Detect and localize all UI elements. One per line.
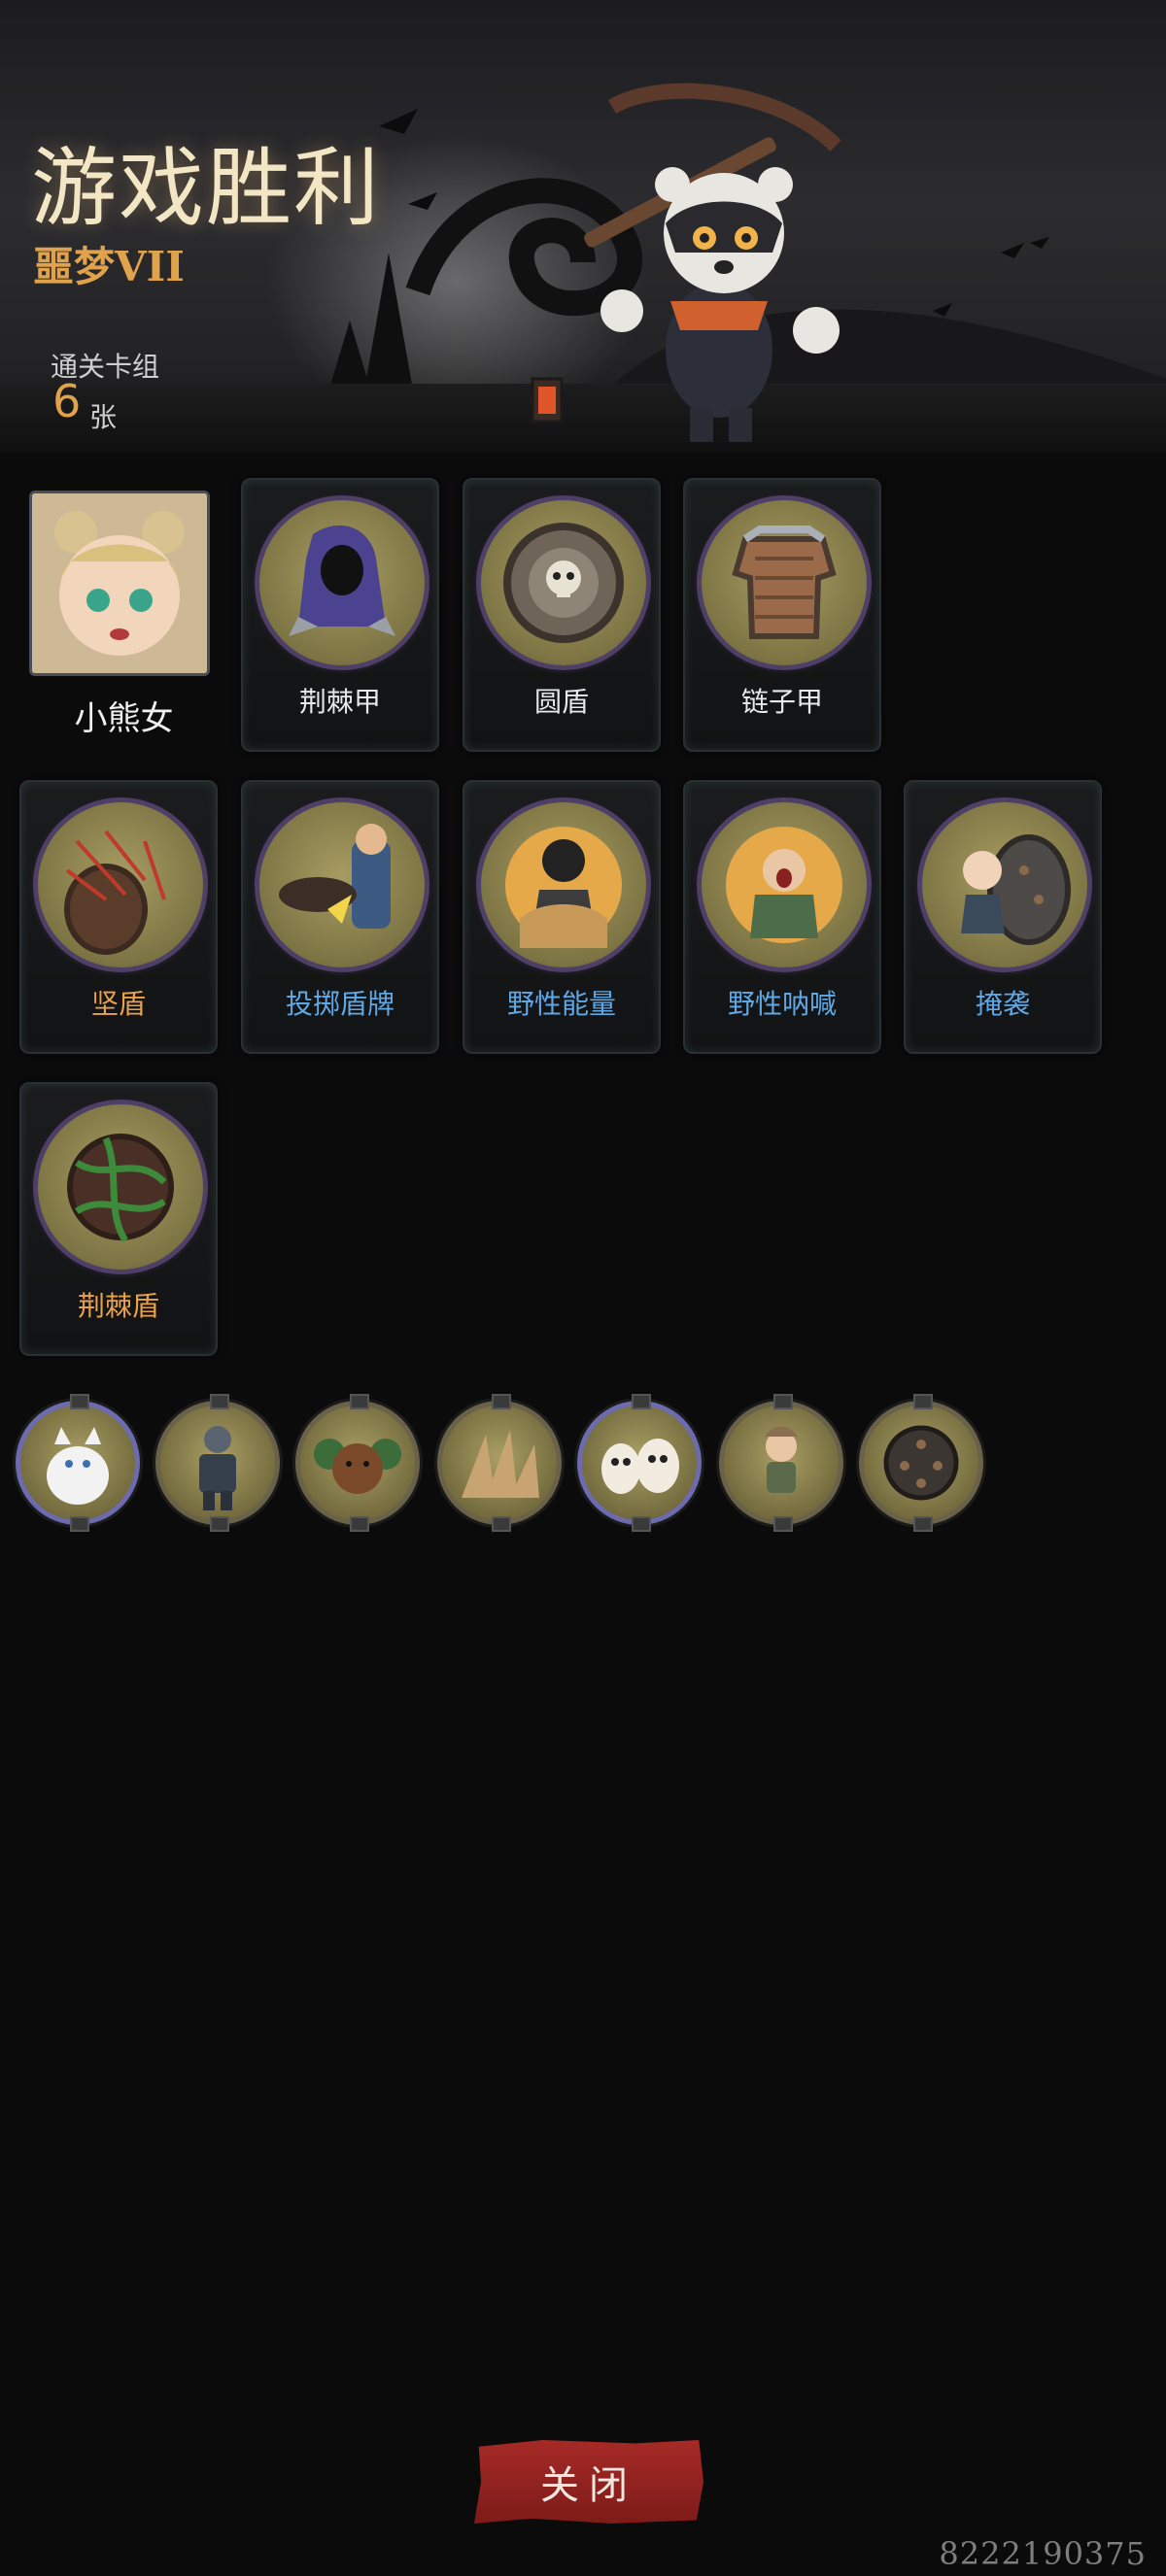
white-cat-relic-icon xyxy=(47,1427,109,1505)
relic-girl[interactable] xyxy=(719,1394,843,1532)
relic-bear[interactable] xyxy=(295,1394,420,1532)
difficulty-label: 噩梦VII xyxy=(33,243,185,290)
bear-girl-portrait-icon xyxy=(32,493,207,673)
page-title: 游戏胜利 xyxy=(31,138,382,238)
card-art xyxy=(697,495,872,670)
ambush-icon xyxy=(961,834,1071,945)
watermark-id: 8222190375 xyxy=(939,2535,1147,2572)
card-ambush[interactable]: 掩袭 xyxy=(904,780,1102,1054)
bear-relic-icon xyxy=(314,1439,401,1494)
card-name: 荆棘甲 xyxy=(298,686,381,718)
wild-shout-icon xyxy=(726,827,842,943)
card-art xyxy=(255,495,429,670)
victory-banner: 游戏胜利 噩梦VII 通关卡组 6 张 xyxy=(0,0,1166,452)
card-name: 圆盾 xyxy=(533,686,589,718)
hero-name: 小熊女 xyxy=(74,699,174,738)
relic-white-cat[interactable] xyxy=(16,1394,140,1532)
hero-portrait[interactable] xyxy=(29,491,210,676)
wild-energy-icon xyxy=(505,827,622,948)
spiked-shield-relic-icon xyxy=(883,1425,959,1501)
relic-spikes[interactable] xyxy=(437,1394,562,1532)
raccoon-mascot-illustration xyxy=(531,83,841,442)
card-art xyxy=(697,797,872,972)
girl-relic-icon xyxy=(765,1426,798,1493)
owls-relic-icon xyxy=(601,1439,679,1494)
card-chainmail[interactable]: 链子甲 xyxy=(683,478,881,752)
deck-count: 6 xyxy=(52,375,82,427)
card-art xyxy=(255,797,429,972)
close-button[interactable]: 关闭 xyxy=(474,2440,703,2524)
deck-count-unit: 张 xyxy=(89,401,118,433)
skull-shield-icon xyxy=(503,523,624,643)
card-art xyxy=(476,495,651,670)
card-art xyxy=(33,1100,208,1274)
card-thorn-shield[interactable]: 荆棘盾 xyxy=(19,1082,218,1356)
card-art xyxy=(476,797,651,972)
card-art xyxy=(33,797,208,972)
card-sturdy-shield[interactable]: 坚盾 xyxy=(19,780,218,1054)
card-wild-energy[interactable]: 野性能量 xyxy=(463,780,661,1054)
card-wild-shout[interactable]: 野性呐喊 xyxy=(683,780,881,1054)
card-art xyxy=(917,797,1092,972)
chainmail-icon xyxy=(732,525,837,639)
card-thorn-armor[interactable]: 荆棘甲 xyxy=(241,478,439,752)
relic-armored-knight[interactable] xyxy=(155,1394,280,1532)
arrow-shield-icon xyxy=(64,830,166,955)
hooded-cloak-icon xyxy=(289,525,395,636)
card-name: 链子甲 xyxy=(740,686,823,718)
relic-spiked-shield[interactable] xyxy=(859,1394,983,1532)
card-name: 野性呐喊 xyxy=(727,988,837,1020)
card-name: 野性能量 xyxy=(506,988,616,1020)
armored-knight-relic-icon xyxy=(199,1426,236,1510)
spikes-relic-icon xyxy=(462,1430,539,1498)
card-name: 掩袭 xyxy=(975,988,1030,1020)
throw-shield-icon xyxy=(279,824,391,929)
card-throw-shield[interactable]: 投掷盾牌 xyxy=(241,780,439,1054)
thorn-shield-icon xyxy=(67,1134,174,1242)
card-name: 投掷盾牌 xyxy=(285,988,394,1020)
card-round-shield[interactable]: 圆盾 xyxy=(463,478,661,752)
card-name: 荆棘盾 xyxy=(77,1290,159,1322)
card-name: 坚盾 xyxy=(90,988,146,1020)
relic-owls[interactable] xyxy=(577,1394,702,1532)
